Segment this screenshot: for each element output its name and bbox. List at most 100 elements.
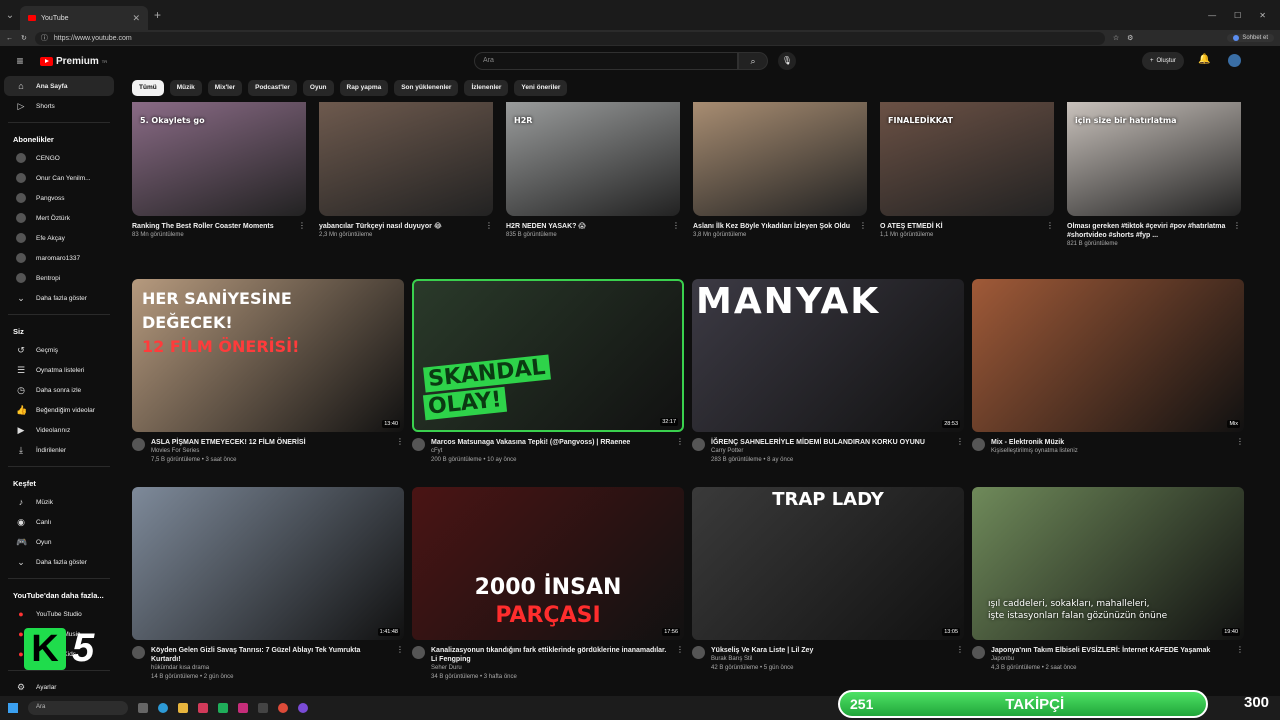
video-title[interactable]: İĞRENÇ SAHNELERİYLE MİDEMİ BULANDIRAN KO… (711, 438, 950, 447)
short-card[interactable]: Aslanı İlk Kez Böyle Yıkadıları İzleyen … (693, 102, 867, 249)
short-thumbnail[interactable]: için size bir hatırlatma (1067, 102, 1241, 216)
extensions-icon[interactable]: ⚙ (1127, 34, 1133, 42)
short-card[interactable]: yabancılar Türkçeyi nasıl duyuyor 😂 2,3 M… (319, 102, 493, 249)
sidebar-item[interactable]: Pangvoss (4, 188, 114, 208)
app-icon[interactable] (198, 703, 208, 713)
sidebar-item[interactable]: ⌄ Daha fazla göster (4, 288, 114, 308)
short-card[interactable]: 5. Okaylets go Ranking The Best Roller Co… (132, 102, 306, 249)
channel-avatar[interactable] (972, 438, 985, 451)
filter-chip[interactable]: Oyun (302, 80, 334, 96)
more-options-icon[interactable]: ⋮ (676, 437, 684, 465)
sidebar-item[interactable]: maromaro1337 (4, 248, 114, 268)
tab-list-icon[interactable]: ⌄ (0, 10, 20, 21)
video-card[interactable]: Mix Mix - Elektronik Müzik Kişiselleştiril… (972, 279, 1244, 465)
more-options-icon[interactable]: ⋮ (956, 645, 964, 673)
reload-icon[interactable]: ↻ (21, 34, 27, 42)
short-thumbnail[interactable] (693, 102, 867, 216)
app-icon-5[interactable] (298, 703, 308, 713)
video-card[interactable]: 2000 İNSAN PARÇASI 17:56 Kanalizasyonun tık… (412, 487, 684, 682)
sidebar-item[interactable]: Efe Akçay (4, 228, 114, 248)
create-button[interactable]: + Oluştur (1142, 52, 1184, 70)
voice-search-button[interactable]: 🎙 (778, 52, 796, 70)
channel-name[interactable]: Movies For Series (151, 447, 390, 456)
sidebar-item[interactable]: Bentropi (4, 268, 114, 288)
close-window-icon[interactable]: ✕ (1259, 11, 1266, 20)
filter-chip[interactable]: Müzik (169, 80, 202, 96)
video-thumbnail[interactable]: TRAP LADY 13:05 (692, 487, 964, 640)
channel-name[interactable]: Burak Barış Stil (711, 655, 950, 664)
video-thumbnail[interactable]: MANYAK 28:53 (692, 279, 964, 432)
sidebar-item[interactable]: ◉ Canlı (4, 512, 114, 532)
channel-avatar[interactable] (132, 646, 145, 659)
sidebar-item[interactable]: ⌂ Ana Sayfa (4, 76, 114, 96)
video-card[interactable]: SKANDAL OLAY! 32:17 Marcos Matsunaga Vakası… (412, 279, 684, 465)
favorite-icon[interactable]: ☆ (1113, 34, 1119, 42)
sidebar-item[interactable]: ▶ Videolarınız (4, 420, 114, 440)
video-title[interactable]: Marcos Matsunaga Vakasına Tepki! (@Pangv… (431, 438, 670, 447)
sidebar-item[interactable]: ● YouTube Studio (4, 604, 114, 624)
app-icon-2[interactable] (218, 703, 228, 713)
more-options-icon[interactable]: ⋮ (1236, 645, 1244, 673)
back-icon[interactable]: ← (6, 35, 13, 42)
filter-chip[interactable]: Mix'ler (207, 80, 243, 96)
sidebar-item[interactable]: ▷ Shorts (4, 96, 114, 116)
video-card[interactable]: ışıl caddeleri, sokakları, mahalleleri, i… (972, 487, 1244, 682)
app-icon-3[interactable] (238, 703, 248, 713)
video-thumbnail[interactable]: 2000 İNSAN PARÇASI 17:56 (412, 487, 684, 640)
sidebar-item[interactable]: ☰ Oynatma listeleri (4, 360, 114, 380)
more-options-icon[interactable]: ⋮ (485, 221, 493, 240)
more-options-icon[interactable]: ⋮ (1046, 221, 1054, 240)
filter-chip[interactable]: Son yüklenenler (394, 80, 459, 96)
channel-name[interactable]: Japonbu (991, 655, 1230, 664)
windows-start-icon[interactable] (8, 703, 18, 713)
sidebar-item[interactable]: 👍 Beğendiğim videolar (4, 400, 114, 420)
short-thumbnail[interactable]: 5. Okaylets go (132, 102, 306, 216)
short-card[interactable]: FINALEDİKKAT O ATEŞ ETMEDİ Kİ 1,1 Mn görün… (880, 102, 1054, 249)
video-card[interactable]: HER SANİYESİNE DEĞECEK! 12 FİLM ÖNERİSİ! 13… (132, 279, 404, 465)
short-title[interactable]: Olması gereken #tiktok #çeviri #pov #hat… (1067, 222, 1227, 240)
minimize-icon[interactable]: — (1208, 11, 1216, 20)
chat-button[interactable]: Sohbet et (1227, 34, 1274, 42)
video-thumbnail[interactable]: SKANDAL OLAY! 32:17 (412, 279, 684, 432)
short-card[interactable]: H2R H2R NEDEN YASAK? 😱 835 B görüntüleme ⋮ (506, 102, 680, 249)
more-options-icon[interactable]: ⋮ (672, 221, 680, 240)
more-options-icon[interactable]: ⋮ (298, 221, 306, 240)
file-explorer-icon[interactable] (178, 703, 188, 713)
video-title[interactable]: Mix - Elektronik Müzik (991, 438, 1230, 447)
video-thumbnail[interactable]: ışıl caddeleri, sokakları, mahalleleri, i… (972, 487, 1244, 640)
channel-name[interactable]: Carry Potter (711, 447, 950, 456)
channel-avatar[interactable] (692, 646, 705, 659)
chrome-icon[interactable] (278, 703, 288, 713)
short-title[interactable]: H2R NEDEN YASAK? 😱 (506, 222, 666, 231)
more-options-icon[interactable]: ⋮ (859, 221, 867, 240)
new-tab-icon[interactable]: + (154, 8, 161, 22)
filter-chip[interactable]: Podcast'ler (248, 80, 297, 96)
search-button[interactable]: ⌕ (738, 52, 768, 70)
taskbar-search[interactable]: Ara (28, 701, 128, 715)
more-options-icon[interactable]: ⋮ (956, 437, 964, 465)
channel-name[interactable]: Kişiselleştirilmiş oynatma listeniz (991, 447, 1230, 456)
notifications-bell-icon[interactable]: 🔔 (1198, 54, 1210, 65)
channel-name[interactable]: cFyt (431, 447, 670, 456)
short-title[interactable]: O ATEŞ ETMEDİ Kİ (880, 222, 1040, 231)
site-info-icon[interactable]: ⓘ (41, 33, 48, 43)
subscriptions-header[interactable]: Abonelikler (0, 129, 118, 148)
short-thumbnail[interactable]: H2R (506, 102, 680, 216)
more-options-icon[interactable]: ⋮ (1233, 221, 1241, 249)
filter-chip[interactable]: Tümü (132, 80, 164, 96)
more-options-icon[interactable]: ⋮ (1236, 437, 1244, 456)
sidebar-item[interactable]: Onur Can Yenilm... (4, 168, 114, 188)
video-thumbnail[interactable]: HER SANİYESİNE DEĞECEK! 12 FİLM ÖNERİSİ! 13… (132, 279, 404, 432)
channel-avatar[interactable] (692, 438, 705, 451)
channel-avatar[interactable] (412, 438, 425, 451)
filter-chip[interactable]: İzlenenler (464, 80, 509, 96)
app-icon-4[interactable] (258, 703, 268, 713)
browser-tab[interactable]: YouTube ✕ (20, 6, 148, 30)
sidebar-item[interactable]: ♪ Müzik (4, 492, 114, 512)
task-view-icon[interactable] (138, 703, 148, 713)
sidebar-item[interactable]: ↺ Geçmiş (4, 340, 114, 360)
short-title[interactable]: Ranking The Best Roller Coaster Moments (132, 222, 292, 231)
channel-avatar[interactable] (132, 438, 145, 451)
video-title[interactable]: ASLA PİŞMAN ETMEYECEK! 12 FİLM ÖNERİSİ (151, 438, 390, 447)
short-title[interactable]: yabancılar Türkçeyi nasıl duyuyor 😂 (319, 222, 479, 231)
